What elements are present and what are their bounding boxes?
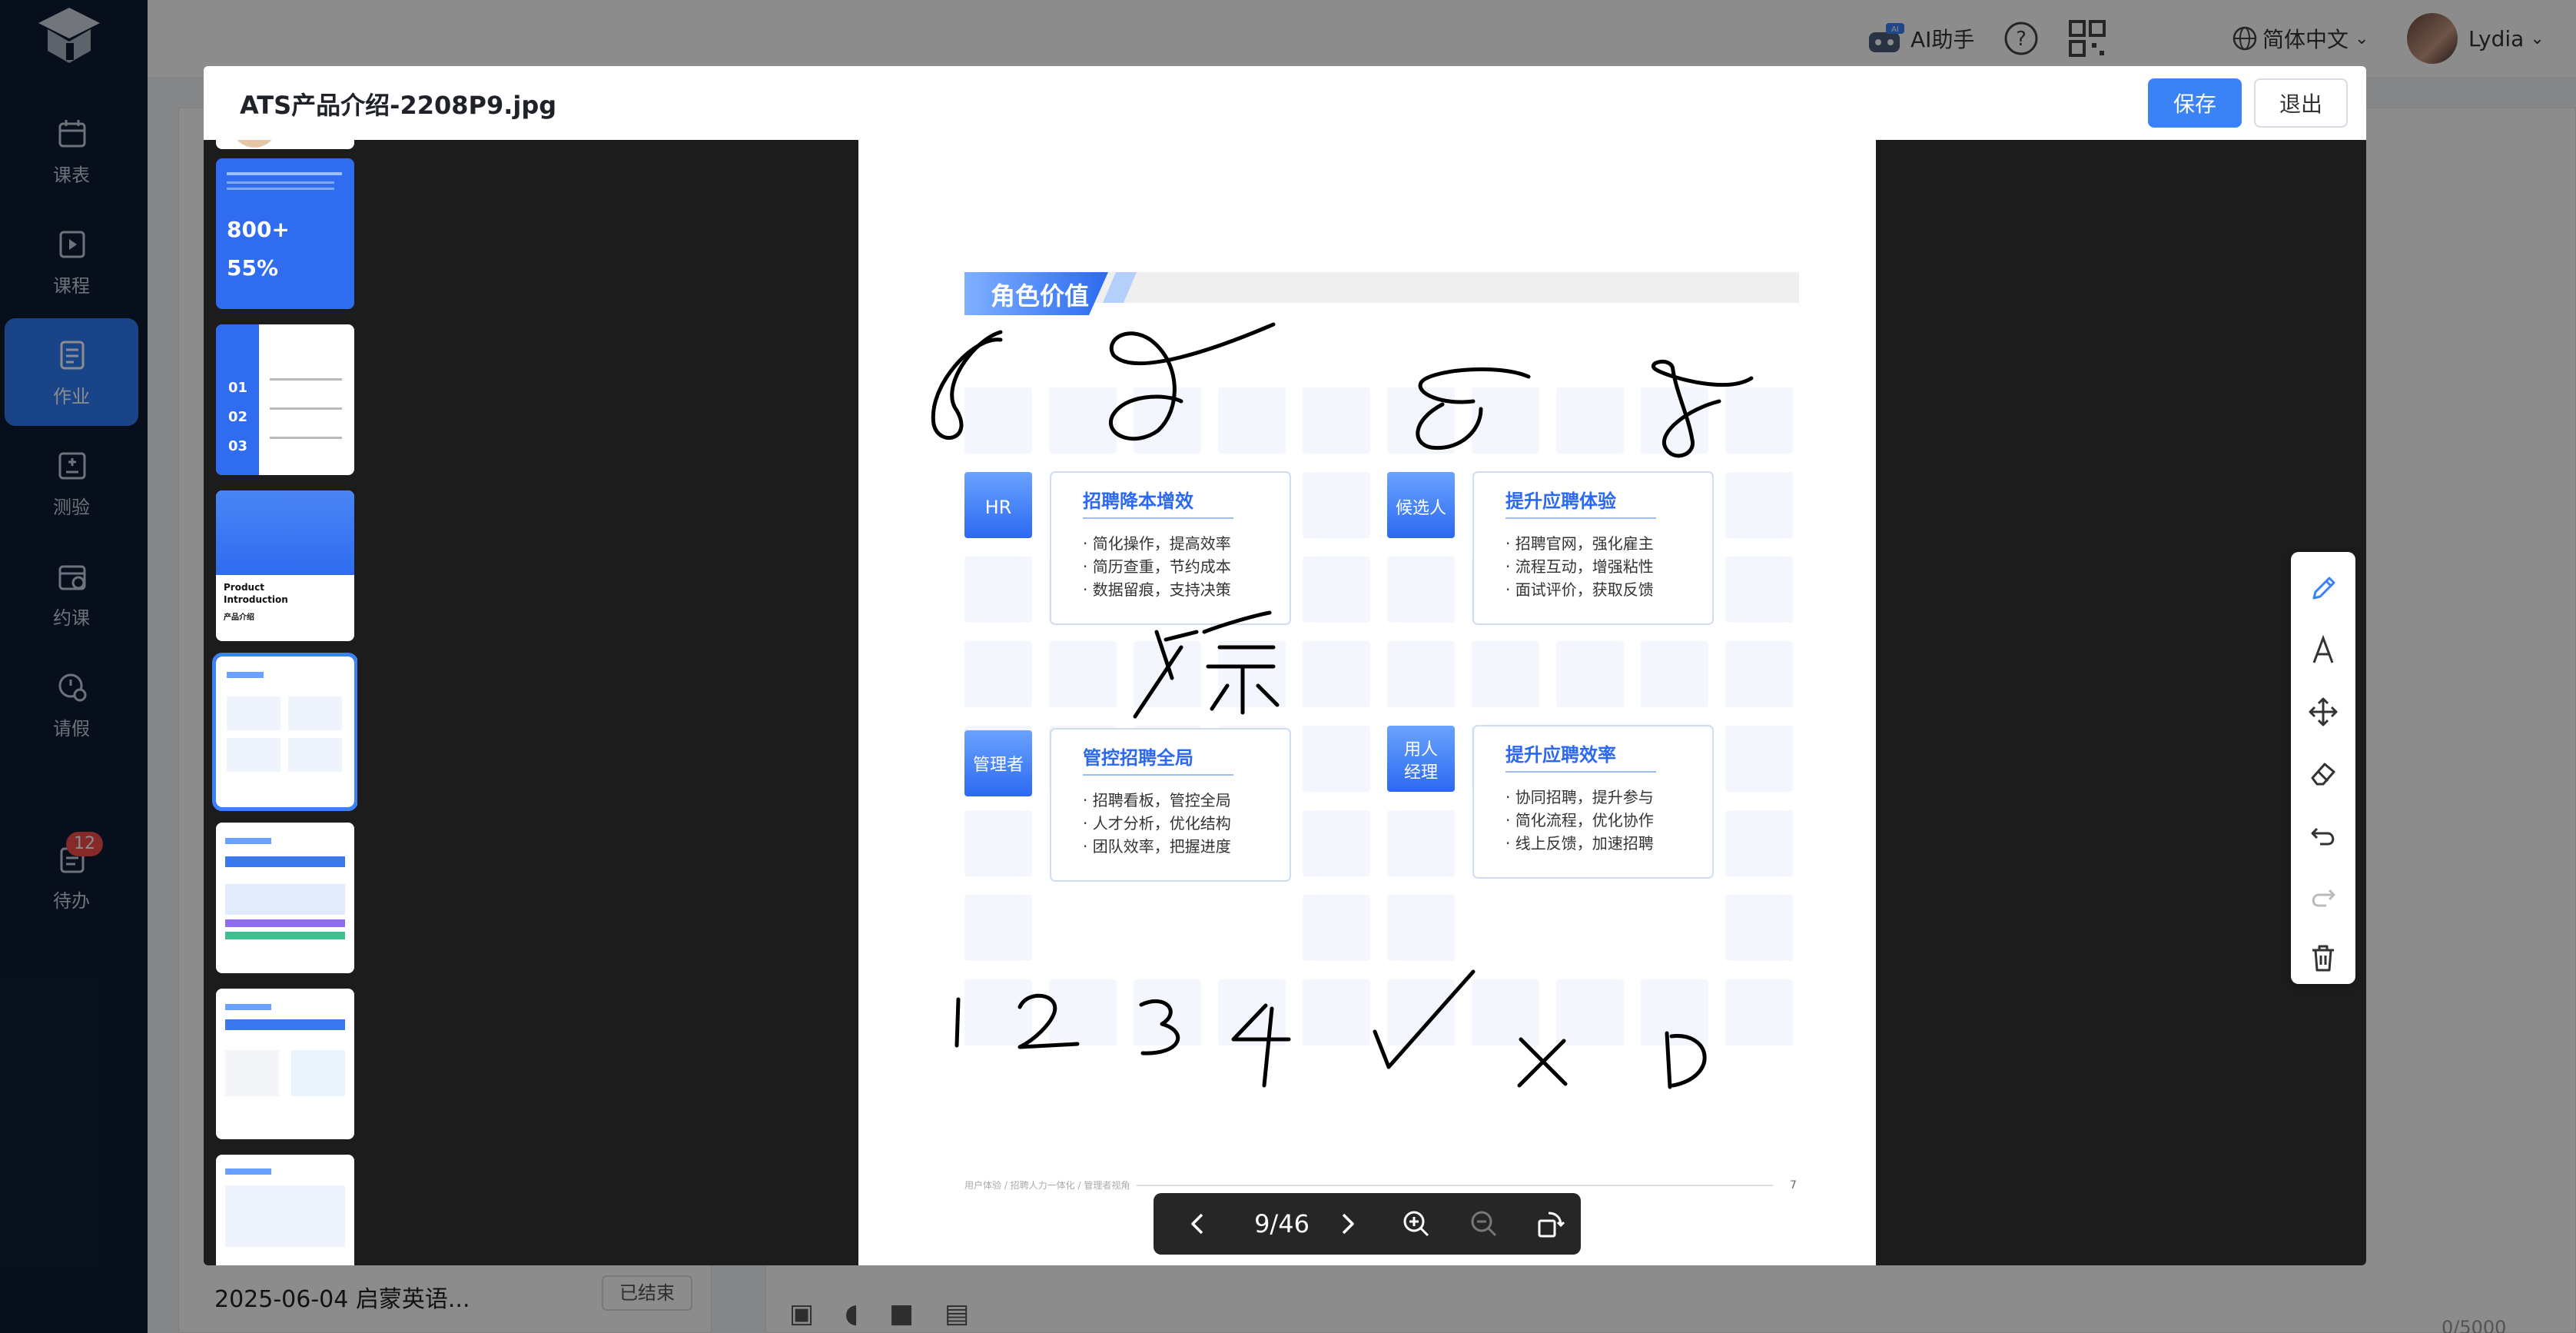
- svg-text:· 流程互动，增强粘性: · 流程互动，增强粘性: [1505, 557, 1654, 576]
- page-counter: 9/46: [1254, 1209, 1310, 1238]
- next-page-icon[interactable]: [1332, 1208, 1363, 1239]
- svg-text:· 数据留痕，支持决策: · 数据留痕，支持决策: [1083, 580, 1231, 599]
- thumb-title: 产品介绍: [224, 613, 254, 622]
- undo-icon[interactable]: [2308, 819, 2339, 850]
- save-button[interactable]: 保存: [2148, 78, 2242, 128]
- svg-text:· 团队效率，把握进度: · 团队效率，把握进度: [1083, 837, 1231, 856]
- svg-text:· 简化操作，提高效率: · 简化操作，提高效率: [1083, 534, 1231, 553]
- thumb-title: Product: [224, 582, 264, 593]
- image-viewer: 800+ 55% 01 02 03 Product Introduction 产品介…: [204, 140, 2366, 1265]
- exit-button[interactable]: 退出: [2254, 78, 2348, 128]
- thumbnail-page[interactable]: [216, 1155, 354, 1265]
- svg-text:管理者: 管理者: [973, 756, 1024, 775]
- svg-text:· 招聘看板，管控全局: · 招聘看板，管控全局: [1083, 791, 1231, 809]
- pencil-icon[interactable]: [2308, 573, 2339, 604]
- rotate-icon[interactable]: [1535, 1208, 1565, 1239]
- thumbnail-page[interactable]: [216, 823, 354, 973]
- svg-text:用人: 用人: [1404, 740, 1438, 760]
- svg-text:· 面试评价，获取反馈: · 面试评价，获取反馈: [1505, 580, 1654, 599]
- thumb-nums: 01 02 03: [228, 380, 248, 454]
- thumbnail-page[interactable]: [216, 140, 354, 149]
- annotation-toolbar: [2291, 552, 2355, 984]
- thumb-stat: 55%: [227, 255, 279, 281]
- thumbnail-page[interactable]: Product Introduction 产品介绍: [216, 490, 354, 641]
- svg-text:候选人: 候选人: [1396, 499, 1446, 518]
- svg-text:经理: 经理: [1404, 763, 1438, 783]
- redo-icon[interactable]: [2308, 881, 2339, 912]
- svg-text:· 简化流程，优化协作: · 简化流程，优化协作: [1505, 811, 1654, 829]
- modal-title: ATS产品介绍-2208P9.jpg: [240, 91, 557, 120]
- thumbnail-page[interactable]: [216, 989, 354, 1139]
- section-header: 角色价值: [991, 281, 1089, 311]
- modal-header: ATS产品介绍-2208P9.jpg 保存 退出: [204, 66, 2366, 140]
- svg-text:· 线上反馈，加速招聘: · 线上反馈，加速招聘: [1505, 834, 1654, 853]
- svg-text:· 人才分析，优化结构: · 人才分析，优化结构: [1083, 814, 1231, 833]
- svg-text:· 协同招聘，提升参与: · 协同招聘，提升参与: [1505, 788, 1654, 806]
- slide-canvas: 角色价值 HR 招聘降本增效 · 简化操作，提高效率 · 简历查重，节约成本 ·…: [931, 272, 1799, 1192]
- svg-text:· 简历查重，节约成本: · 简历查重，节约成本: [1083, 557, 1231, 576]
- text-icon[interactable]: [2308, 635, 2339, 666]
- zoom-out-icon[interactable]: [1469, 1208, 1499, 1239]
- eraser-icon[interactable]: [2308, 758, 2339, 789]
- move-icon[interactable]: [2308, 696, 2339, 727]
- zoom-in-icon[interactable]: [1401, 1208, 1432, 1239]
- svg-text:提升应聘效率: 提升应聘效率: [1505, 744, 1616, 766]
- svg-text:HR: HR: [985, 497, 1012, 518]
- thumb-title: Introduction: [224, 594, 288, 605]
- delete-icon[interactable]: [2308, 942, 2339, 973]
- page-navigator: 9/46: [1154, 1193, 1581, 1255]
- thumbnail-page[interactable]: 01 02 03: [216, 324, 354, 475]
- previous-page-icon[interactable]: [1183, 1208, 1213, 1239]
- slide-page-number: 7: [1790, 1179, 1797, 1192]
- thumbnail-page-selected[interactable]: [212, 653, 357, 811]
- svg-text:管控招聘全局: 管控招聘全局: [1083, 747, 1193, 769]
- document-page[interactable]: 角色价值 HR 招聘降本增效 · 简化操作，提高效率 · 简历查重，节约成本 ·…: [858, 140, 1876, 1265]
- thumbnail-list[interactable]: 800+ 55% 01 02 03 Product Introduction 产品介…: [204, 140, 357, 1265]
- svg-text:· 招聘官网，强化雇主: · 招聘官网，强化雇主: [1505, 534, 1654, 553]
- thumb-stat: 800+: [227, 217, 290, 242]
- image-annotation-modal: ATS产品介绍-2208P9.jpg 保存 退出 800+ 55% 01 02 03: [204, 66, 2366, 1265]
- svg-text:招聘降本增效: 招聘降本增效: [1083, 490, 1193, 512]
- slide-footer: 用户体验 / 招聘人力一体化 / 管理者视角: [964, 1179, 1130, 1191]
- svg-text:提升应聘体验: 提升应聘体验: [1505, 490, 1616, 512]
- thumbnail-page[interactable]: 800+ 55%: [216, 158, 354, 309]
